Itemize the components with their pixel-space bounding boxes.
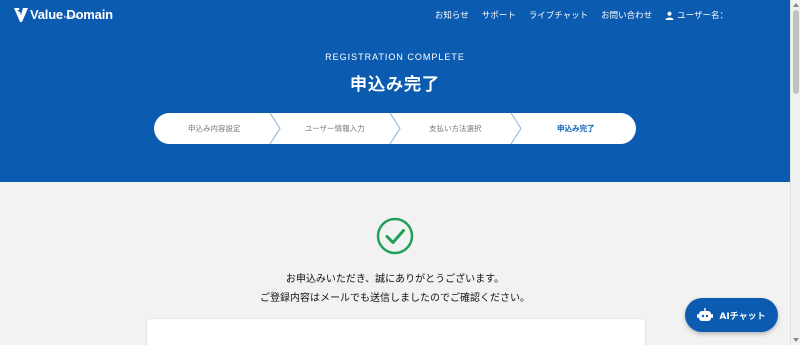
scrollbar-thumb[interactable]	[793, 10, 799, 94]
step-chevron-icon	[389, 113, 401, 144]
progress-steps: 申込み内容設定 ユーザー情報入力 支払い方法選択 申込み完了	[154, 113, 636, 144]
nav-contact-link[interactable]: お問い合わせ	[601, 9, 652, 21]
step-3-label: 支払い方法選択	[429, 124, 482, 133]
nav-news-link[interactable]: お知らせ	[435, 9, 469, 21]
step-chevron-icon	[510, 113, 522, 144]
header-nav: お知らせ サポート ライブチャット お問い合わせ ユーザー名：	[422, 9, 728, 21]
step-3: 支払い方法選択	[395, 113, 522, 144]
top-bar: Value Domain by GMO お知らせ サポート ライブチャット お問…	[0, 0, 790, 32]
step-1-label: 申込み内容設定	[188, 124, 241, 133]
scroll-down-arrow-icon[interactable]	[793, 338, 799, 342]
robot-icon	[697, 308, 714, 321]
email-confirmation-message: ご登録内容はメールでも送信しましたのでご確認ください。	[260, 293, 530, 304]
check-circle-icon	[376, 217, 414, 255]
ai-chat-label: AIチャット	[719, 311, 766, 322]
logo-sub-text: by GMO	[64, 14, 79, 19]
page-title: 申込み完了	[350, 75, 440, 95]
hero-section: REGISTRATION COMPLETE 申込み完了 申込み内容設定 ユーザー…	[0, 32, 790, 182]
step-chevron-icon	[269, 113, 281, 144]
completion-message: お申込みいただき、誠にありがとうございます。	[285, 274, 505, 285]
user-icon	[665, 11, 674, 20]
vertical-scrollbar[interactable]	[790, 0, 800, 345]
user-menu[interactable]: ユーザー名：	[665, 9, 728, 21]
user-name-label: ユーザー名：	[677, 11, 728, 21]
page: Value Domain by GMO お知らせ サポート ライブチャット お問…	[0, 0, 790, 345]
hero-subtitle: REGISTRATION COMPLETE	[325, 52, 465, 62]
logo-mark-icon	[14, 8, 28, 22]
step-2-label: ユーザー情報入力	[304, 124, 365, 133]
details-card	[146, 318, 646, 345]
ai-chat-button[interactable]: AIチャット	[685, 298, 778, 332]
step-4-label: 申込み完了	[557, 124, 595, 133]
nav-live-chat-link[interactable]: ライブチャット	[529, 9, 588, 21]
nav-support-link[interactable]: サポート	[482, 9, 516, 21]
step-4-active: 申込み完了	[516, 113, 637, 144]
scroll-up-arrow-icon[interactable]	[793, 3, 799, 7]
step-1: 申込み内容設定	[154, 113, 281, 144]
step-2: ユーザー情報入力	[275, 113, 401, 144]
